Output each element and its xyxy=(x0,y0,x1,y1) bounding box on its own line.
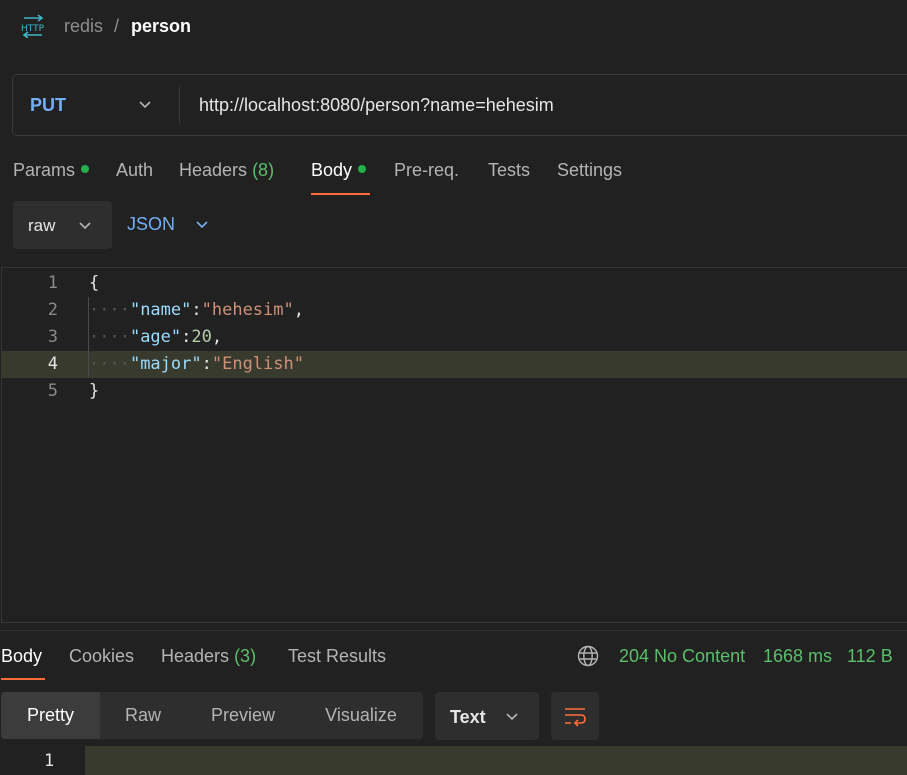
line-number: 4 xyxy=(47,354,58,374)
view-mode-group: Pretty Raw Preview Visualize xyxy=(1,692,423,739)
code-text: ····"name":"hehesim", xyxy=(89,300,304,320)
tab-auth[interactable]: Auth xyxy=(116,160,153,181)
body-type-select[interactable]: raw xyxy=(13,201,112,249)
breadcrumb-collection[interactable]: redis xyxy=(64,16,103,37)
view-raw-button[interactable]: Raw xyxy=(103,692,183,739)
request-tabs: Params Auth Headers (8) Body Pre-req. Te… xyxy=(0,150,907,196)
code-line: 5 } xyxy=(2,378,907,405)
active-tab-indicator xyxy=(1,678,45,680)
divider xyxy=(179,87,180,123)
breadcrumb-separator: / xyxy=(114,16,120,36)
code-text: { xyxy=(89,273,100,293)
url-bar: PUT http://localhost:8080/person?name=he… xyxy=(12,74,907,136)
tab-settings[interactable]: Settings xyxy=(557,160,622,181)
response-body[interactable]: 1 xyxy=(0,746,907,775)
chevron-down-icon xyxy=(506,713,518,721)
status-dot xyxy=(81,165,90,174)
response-tab-body[interactable]: Body xyxy=(1,646,42,667)
tab-tests[interactable]: Tests xyxy=(488,160,530,181)
tab-label: Headers xyxy=(179,160,248,180)
divider xyxy=(0,630,907,631)
method-select[interactable]: PUT xyxy=(30,95,66,116)
format-select[interactable]: Text xyxy=(435,692,539,740)
tab-params[interactable]: Params xyxy=(13,160,90,181)
code-text: } xyxy=(89,381,100,401)
code-text: ····"major":"English" xyxy=(89,354,304,374)
line-number: 1 xyxy=(44,751,55,771)
line-number: 1 xyxy=(47,273,58,293)
view-visualize-button[interactable]: Visualize xyxy=(304,692,418,739)
current-line-highlight xyxy=(85,746,907,775)
tab-pre-request[interactable]: Pre-req. xyxy=(394,160,459,181)
wrap-lines-icon xyxy=(565,708,586,727)
tab-count: (3) xyxy=(234,646,257,666)
body-type-label: raw xyxy=(28,216,56,235)
response-tab-test-results[interactable]: Test Results xyxy=(288,646,386,667)
breadcrumb-request[interactable]: person xyxy=(131,16,191,37)
response-time[interactable]: 1668 ms xyxy=(763,646,832,667)
tab-label: Headers xyxy=(161,646,230,666)
http-icon: HTTP xyxy=(21,14,45,38)
view-preview-button[interactable]: Preview xyxy=(193,692,293,739)
language-select[interactable]: JSON xyxy=(127,214,175,235)
active-tab-indicator xyxy=(311,193,370,195)
tab-label: Params xyxy=(13,160,76,180)
format-label: Text xyxy=(450,707,486,727)
view-pretty-button[interactable]: Pretty xyxy=(1,692,100,739)
response-tab-cookies[interactable]: Cookies xyxy=(69,646,134,667)
line-number: 3 xyxy=(47,327,58,347)
indent-guide xyxy=(88,297,89,377)
status-dot xyxy=(358,165,367,174)
url-input[interactable]: http://localhost:8080/person?name=hehesi… xyxy=(199,95,554,116)
code-text: ····"age":20, xyxy=(89,327,223,347)
code-line: 2 ····"name":"hehesim", xyxy=(2,297,907,324)
response-tab-headers[interactable]: Headers (3) xyxy=(161,646,256,667)
breadcrumb: HTTP redis / person xyxy=(0,0,907,54)
chevron-down-icon[interactable] xyxy=(194,217,210,233)
code-line: 1 { xyxy=(2,270,907,297)
globe-icon[interactable] xyxy=(577,645,599,667)
status-code[interactable]: 204 No Content xyxy=(619,646,745,667)
code-line-current: 4 ····"major":"English" xyxy=(2,351,907,378)
chevron-down-icon[interactable] xyxy=(137,97,153,113)
svg-text:HTTP: HTTP xyxy=(21,24,45,34)
code-line: 3 ····"age":20, xyxy=(2,324,907,351)
line-number: 5 xyxy=(47,381,58,401)
response-size[interactable]: 112 B xyxy=(847,646,893,667)
body-editor[interactable]: 1 { 2 ····"name":"hehesim", 3 ····"age":… xyxy=(1,267,907,623)
tab-label: Body xyxy=(311,160,353,180)
wrap-lines-button[interactable] xyxy=(551,692,599,740)
line-number: 2 xyxy=(47,300,58,320)
tab-headers[interactable]: Headers (8) xyxy=(179,160,274,181)
chevron-down-icon xyxy=(79,222,91,230)
tab-count: (8) xyxy=(252,160,275,180)
tab-body[interactable]: Body xyxy=(311,160,367,181)
